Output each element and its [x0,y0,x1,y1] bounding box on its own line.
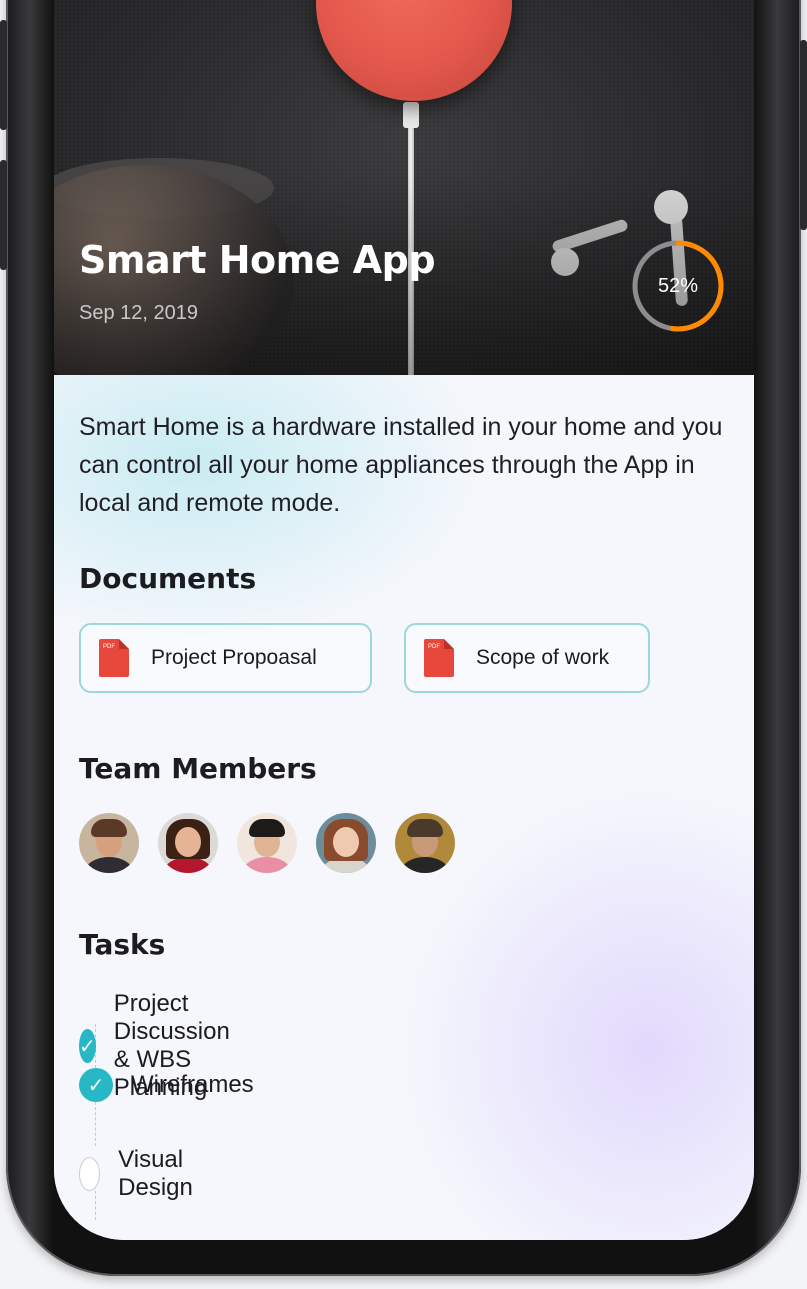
avatar[interactable] [158,813,218,873]
task-connector [95,1102,96,1146]
empty-circle-icon[interactable] [79,1157,101,1191]
phone-side-button [0,160,7,270]
progress-percent: 52% [657,274,699,297]
documents-heading: Documents [79,562,257,595]
avatar[interactable] [79,813,139,873]
tasks-heading: Tasks [79,928,166,961]
phone-side-button [0,20,7,130]
project-title: Smart Home App [79,238,436,282]
project-date: Sep 12, 2019 [79,302,198,324]
avatar[interactable] [237,813,297,873]
document-card-project-proposal[interactable]: PDF Project Propoasal [79,623,372,693]
project-details: Smart Home is a hardware installed in yo… [54,375,754,1240]
team-avatars [79,813,455,873]
team-members-heading: Team Members [79,752,317,785]
pdf-icon: PDF [99,639,129,677]
app-screen: Smart Home App Sep 12, 2019 52% Smart Ho… [54,0,754,1240]
avatar[interactable] [316,813,376,873]
project-description: Smart Home is a hardware installed in yo… [79,413,723,517]
task-item[interactable]: ✓ Wireframes [79,1068,254,1102]
check-icon[interactable]: ✓ [79,1029,96,1063]
task-item[interactable]: Visual Design [79,1146,206,1202]
hero-image: Smart Home App Sep 12, 2019 52% [54,0,754,395]
avatar[interactable] [395,813,455,873]
task-label: Wireframes [131,1071,254,1098]
pdf-icon: PDF [424,639,454,677]
document-card-scope-of-work[interactable]: PDF Scope of work [404,623,650,693]
task-label: Visual Design [118,1146,193,1201]
document-label: Scope of work [476,646,610,669]
phone-side-button [800,40,807,230]
check-icon[interactable]: ✓ [79,1068,113,1102]
document-label: Project Propoasal [151,646,317,669]
